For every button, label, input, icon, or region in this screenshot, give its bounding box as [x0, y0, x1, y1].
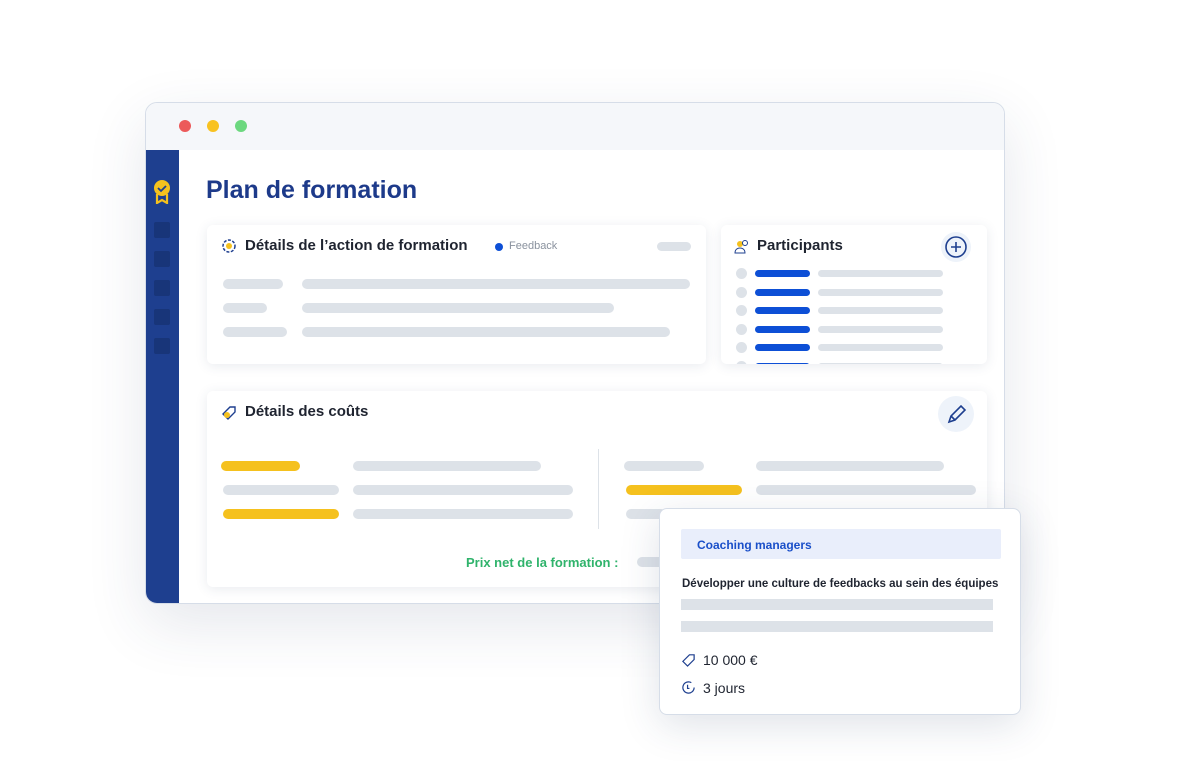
- participant-name[interactable]: [755, 270, 810, 277]
- participant-avatar: [736, 305, 747, 316]
- tag-icon: [222, 406, 236, 420]
- participant-name[interactable]: [755, 362, 810, 364]
- title-bar: [146, 103, 1004, 150]
- placeholder: [353, 509, 573, 519]
- award-badge-icon[interactable]: [153, 180, 171, 204]
- category-label: Coaching managers: [697, 538, 812, 552]
- placeholder: [353, 485, 573, 495]
- participant-name[interactable]: [755, 344, 810, 351]
- pencil-icon[interactable]: [938, 396, 974, 432]
- details-card-title: Détails de l’action de formation: [245, 237, 468, 254]
- price-tag-icon: [682, 654, 695, 667]
- placeholder: [221, 461, 300, 471]
- participant-detail: [818, 288, 943, 296]
- participant-name[interactable]: [755, 325, 810, 333]
- net-price-label: Prix net de la formation :: [466, 555, 619, 570]
- placeholder: [223, 509, 339, 519]
- placeholder: [302, 303, 614, 313]
- participant-detail: [818, 344, 943, 351]
- placeholder: [223, 327, 287, 337]
- placeholder: [657, 242, 691, 251]
- participant-detail: [818, 362, 943, 364]
- participant-avatar: [736, 268, 747, 279]
- placeholder: [624, 461, 704, 471]
- clock-icon: [682, 681, 695, 694]
- costs-card-title: Détails des coûts: [245, 403, 369, 420]
- price-value: 10 000 €: [703, 652, 758, 668]
- details-card: Détails de l’action de formation Feedbac…: [207, 225, 706, 364]
- participants-title: Participants: [757, 237, 843, 254]
- tag-label: Feedback: [509, 240, 558, 252]
- sidebar-item[interactable]: [154, 280, 170, 296]
- participant-name[interactable]: [755, 307, 810, 314]
- placeholder: [223, 279, 283, 289]
- participant-avatar: [736, 323, 747, 335]
- placeholder: [681, 621, 993, 632]
- sidebar-item[interactable]: [154, 338, 170, 354]
- minimize-window-button[interactable]: [207, 120, 219, 132]
- participant-detail: [818, 307, 943, 314]
- sidebar: [146, 150, 179, 603]
- gear-icon: [222, 239, 236, 253]
- placeholder: [223, 303, 267, 313]
- sidebar-item[interactable]: [154, 251, 170, 267]
- participants-card: Participants: [721, 225, 987, 364]
- participant-avatar: [736, 286, 747, 298]
- placeholder: [223, 485, 339, 495]
- participant-avatar: [736, 342, 747, 353]
- category-banner: Coaching managers: [681, 529, 1001, 559]
- placeholder: [302, 327, 670, 337]
- sidebar-item[interactable]: [154, 309, 170, 325]
- participant-detail: [818, 270, 943, 277]
- placeholder: [353, 461, 541, 471]
- placeholder: [302, 279, 690, 289]
- sidebar-item[interactable]: [154, 222, 170, 238]
- plus-circle-icon[interactable]: [941, 232, 971, 262]
- page-title: Plan de formation: [206, 176, 418, 204]
- placeholder: [626, 485, 742, 495]
- placeholder: [756, 485, 976, 495]
- tag-dot: [495, 243, 503, 251]
- divider: [598, 449, 599, 529]
- duration-value: 3 jours: [703, 680, 746, 696]
- users-icon: [734, 240, 748, 254]
- maximize-window-button[interactable]: [235, 120, 247, 132]
- training-popup[interactable]: Coaching managers Développer une culture…: [659, 508, 1021, 715]
- placeholder: [756, 461, 944, 471]
- placeholder: [681, 599, 993, 610]
- training-title: Développer une culture de feedbacks au s…: [682, 578, 999, 590]
- participant-avatar: [736, 360, 747, 364]
- close-window-button[interactable]: [179, 120, 191, 132]
- participant-name[interactable]: [755, 288, 810, 296]
- participant-detail: [818, 325, 943, 333]
